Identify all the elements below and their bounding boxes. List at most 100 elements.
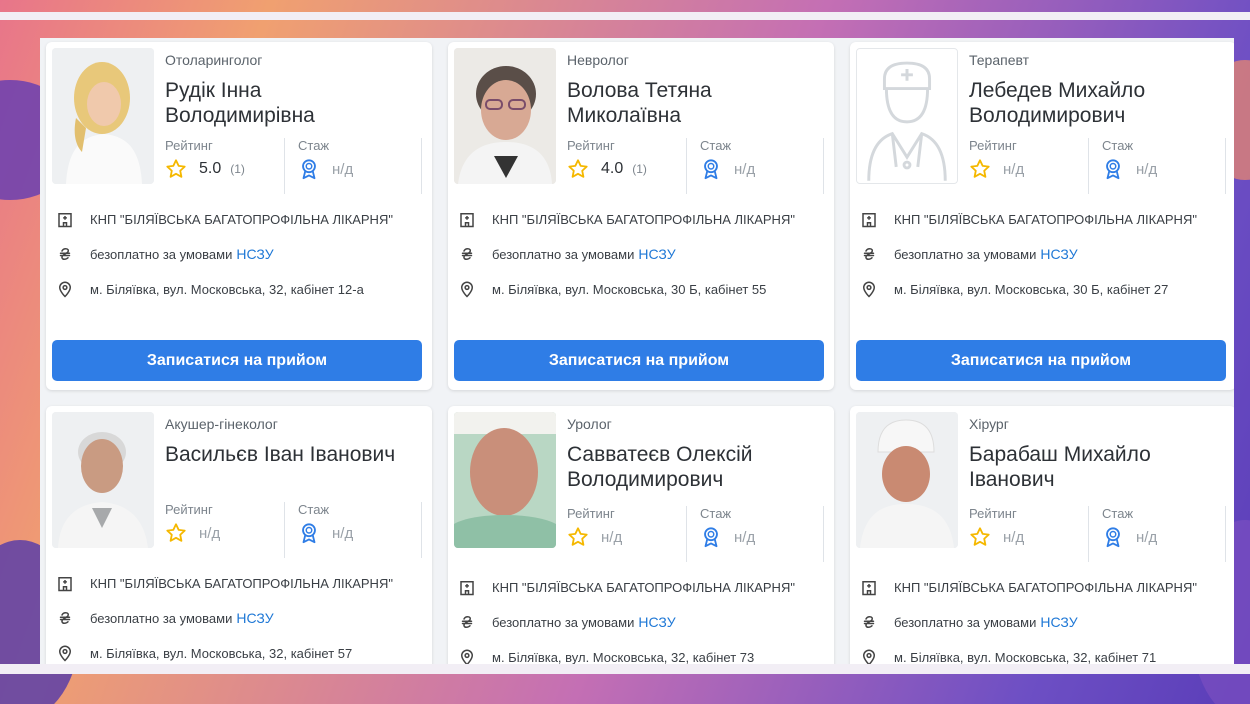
clinic-row: КНП "БІЛЯЇВСЬКА БАГАТОПРОФІЛЬНА ЛІКАРНЯ" <box>458 576 795 598</box>
experience-stat: Стаж н/д <box>700 138 824 194</box>
address-row: м. Біляївка, вул. Московська, 32, кабіне… <box>56 642 352 664</box>
hospital-building-icon <box>58 213 72 228</box>
hryvnia-icon <box>863 247 875 261</box>
clinic-name[interactable]: КНП "БІЛЯЇВСЬКА БАГАТОПРОФІЛЬНА ЛІКАРНЯ" <box>492 580 795 595</box>
doctor-photo <box>856 412 958 548</box>
book-appointment-button[interactable]: Записатися на прийом <box>856 340 1226 381</box>
book-appointment-button[interactable]: Записатися на прийом <box>454 340 824 381</box>
doctor-name[interactable]: Рудік Інна Володимирівна <box>165 78 415 128</box>
clinic-name[interactable]: КНП "БІЛЯЇВСЬКА БАГАТОПРОФІЛЬНА ЛІКАРНЯ" <box>894 212 1197 227</box>
map-pin-icon <box>862 281 876 298</box>
doctor-name[interactable]: Васильєв Іван Іванович <box>165 442 415 467</box>
doctor-cards-grid: Отоларинголог Рудік Інна Володимирівна Р… <box>40 38 1234 664</box>
map-pin-icon <box>460 281 474 298</box>
rating-label: Рейтинг <box>969 506 1017 521</box>
address-text: м. Біляївка, вул. Московська, 32, кабіне… <box>894 649 1157 665</box>
price-text: безоплатно за умовами <box>90 610 233 626</box>
rating-label: Рейтинг <box>165 138 213 153</box>
clinic-name[interactable]: КНП "БІЛЯЇВСЬКА БАГАТОПРОФІЛЬНА ЛІКАРНЯ" <box>492 212 795 227</box>
address-text: м. Біляївка, вул. Московська, 32, кабіне… <box>90 645 353 661</box>
doctor-card: Отоларинголог Рудік Інна Володимирівна Р… <box>46 42 432 390</box>
doctor-card: Невролог Волова Тетяна Миколаївна Рейтин… <box>448 42 834 390</box>
address-row: м. Біляївка, вул. Московська, 30 Б, кабі… <box>458 278 766 300</box>
nszu-link[interactable]: НСЗУ <box>236 610 273 626</box>
experience-value: н/д <box>1136 528 1158 546</box>
price-row: безоплатно за умовами НСЗУ <box>458 243 676 265</box>
rating-value: н/д <box>1003 528 1025 546</box>
map-pin-icon <box>58 645 72 662</box>
map-pin-icon <box>58 281 72 298</box>
experience-stat: Стаж н/д <box>1102 506 1226 562</box>
experience-value: н/д <box>734 160 756 178</box>
rating-stat: Рейтинг 5.0 (1) <box>165 138 285 194</box>
stats-block: Рейтинг 5.0 (1) Стаж н/д <box>165 138 425 194</box>
rating-label: Рейтинг <box>969 138 1017 153</box>
doctor-specialty: Отоларинголог <box>165 52 263 68</box>
hryvnia-icon <box>863 615 875 629</box>
hospital-building-icon <box>460 581 474 596</box>
price-row: безоплатно за умовами НСЗУ <box>860 243 1078 265</box>
clinic-name[interactable]: КНП "БІЛЯЇВСЬКА БАГАТОПРОФІЛЬНА ЛІКАРНЯ" <box>90 212 393 227</box>
clinic-row: КНП "БІЛЯЇВСЬКА БАГАТОПРОФІЛЬНА ЛІКАРНЯ" <box>860 208 1197 230</box>
doctor-photo <box>52 412 154 548</box>
nszu-link[interactable]: НСЗУ <box>638 614 675 630</box>
book-appointment-button[interactable]: Записатися на прийом <box>52 340 422 381</box>
nszu-link[interactable]: НСЗУ <box>236 246 273 262</box>
doctor-card: Хірург Барабаш Михайло Іванович Рейтинг … <box>850 406 1234 664</box>
address-text: м. Біляївка, вул. Московська, 32, кабіне… <box>90 281 364 297</box>
award-badge-icon <box>704 527 718 548</box>
hryvnia-icon <box>461 247 473 261</box>
doctor-card: Уролог Савватеєв Олексій Володимирович Р… <box>448 406 834 664</box>
award-badge-icon <box>1106 527 1120 548</box>
stats-block: Рейтинг н/д Стаж н/д <box>165 502 425 558</box>
doctor-name[interactable]: Савватеєв Олексій Володимирович <box>567 442 817 492</box>
price-text: безоплатно за умовами <box>492 246 635 262</box>
doctor-card: Терапевт Лебедев Михайло Володимирович Р… <box>850 42 1234 390</box>
rating-value: 4.0 <box>601 160 624 177</box>
rating-stat: Рейтинг н/д <box>969 506 1089 562</box>
rating-value: н/д <box>199 524 221 542</box>
doctor-name[interactable]: Волова Тетяна Миколаївна <box>567 78 817 128</box>
doctor-specialty: Хірург <box>969 416 1009 432</box>
rating-count: (1) <box>230 162 245 176</box>
price-text: безоплатно за умовами <box>894 614 1037 630</box>
price-row: безоплатно за умовами НСЗУ <box>56 607 274 629</box>
address-text: м. Біляївка, вул. Московська, 30 Б, кабі… <box>894 281 1169 297</box>
experience-label: Стаж <box>298 502 330 517</box>
clinic-name[interactable]: КНП "БІЛЯЇВСЬКА БАГАТОПРОФІЛЬНА ЛІКАРНЯ" <box>894 580 1197 595</box>
rating-value: н/д <box>1003 160 1025 178</box>
clinic-name[interactable]: КНП "БІЛЯЇВСЬКА БАГАТОПРОФІЛЬНА ЛІКАРНЯ" <box>90 576 393 591</box>
experience-label: Стаж <box>1102 138 1134 153</box>
hospital-building-icon <box>460 213 474 228</box>
rating-stat: Рейтинг 4.0 (1) <box>567 138 687 194</box>
doctor-name[interactable]: Барабаш Михайло Іванович <box>969 442 1219 492</box>
clinic-row: КНП "БІЛЯЇВСЬКА БАГАТОПРОФІЛЬНА ЛІКАРНЯ" <box>56 208 393 230</box>
rating-label: Рейтинг <box>165 502 213 517</box>
award-badge-icon <box>1106 159 1120 180</box>
doctor-photo <box>52 48 154 184</box>
experience-stat: Стаж н/д <box>298 138 422 194</box>
nszu-link[interactable]: НСЗУ <box>1040 614 1077 630</box>
doctor-photo <box>454 48 556 184</box>
address-row: м. Біляївка, вул. Московська, 30 Б, кабі… <box>860 278 1168 300</box>
experience-label: Стаж <box>1102 506 1134 521</box>
rating-label: Рейтинг <box>567 506 615 521</box>
hospital-building-icon <box>862 213 876 228</box>
hospital-building-icon <box>58 577 72 592</box>
rating-stat: Рейтинг н/д <box>969 138 1089 194</box>
price-text: безоплатно за умовами <box>492 614 635 630</box>
experience-stat: Стаж н/д <box>298 502 422 558</box>
doctor-specialty: Уролог <box>567 416 612 432</box>
address-row: м. Біляївка, вул. Московська, 32, кабіне… <box>860 646 1156 664</box>
star-icon <box>970 527 990 546</box>
experience-value: н/д <box>332 160 354 178</box>
award-badge-icon <box>302 523 316 544</box>
award-badge-icon <box>302 159 316 180</box>
doctor-name[interactable]: Лебедев Михайло Володимирович <box>969 78 1219 128</box>
address-row: м. Біляївка, вул. Московська, 32, кабіне… <box>458 646 754 664</box>
price-row: безоплатно за умовами НСЗУ <box>458 611 676 633</box>
nszu-link[interactable]: НСЗУ <box>1040 246 1077 262</box>
hryvnia-icon <box>59 247 71 261</box>
experience-stat: Стаж н/д <box>700 506 824 562</box>
nszu-link[interactable]: НСЗУ <box>638 246 675 262</box>
